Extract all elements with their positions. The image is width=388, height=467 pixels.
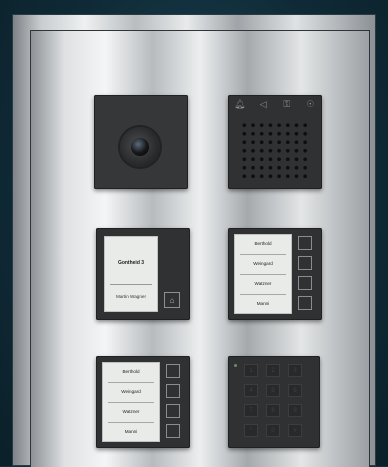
call-button-4[interactable] — [298, 296, 312, 310]
name-entry: Weingard — [253, 261, 273, 266]
camera-module — [94, 95, 188, 189]
status-led — [234, 364, 237, 367]
key-star[interactable]: * — [244, 424, 258, 437]
keypad-module: 1 2 3 4 5 6 7 8 9 * 0 # — [228, 356, 320, 448]
call-button-4[interactable] — [166, 424, 180, 438]
lens-glass — [131, 138, 149, 156]
key-9[interactable]: 9 — [288, 404, 302, 417]
name-entry: Watzner — [122, 409, 140, 414]
nameplate-display: Gontheid 3 Martin Wagner — [104, 236, 158, 312]
call-button-2[interactable] — [298, 256, 312, 270]
nameplate-divider — [110, 284, 152, 285]
names-module-top: Berthold Weingard Watzner Manni — [228, 228, 322, 320]
key-2[interactable]: 2 — [266, 364, 280, 377]
speaker-grille — [240, 121, 310, 181]
key-4[interactable]: 4 — [244, 384, 258, 397]
nameplate-name: Martin Wagner — [116, 294, 146, 299]
key-icon: ⚿ — [283, 98, 291, 109]
bell-icon: ⌂ — [169, 295, 175, 305]
key-6[interactable]: 6 — [288, 384, 302, 397]
call-button-1[interactable] — [298, 236, 312, 250]
name-entry: Berthold — [254, 241, 272, 246]
key-5[interactable]: 5 — [266, 384, 280, 397]
name-entry: Manni — [256, 301, 270, 306]
call-button-1[interactable] — [166, 364, 180, 378]
key-1[interactable]: 1 — [244, 364, 258, 377]
names-display: Berthold Weingard Watzner Manni — [234, 234, 292, 314]
call-button-2[interactable] — [166, 384, 180, 398]
name-entry: Weingard — [121, 389, 141, 394]
name-entry: Watzner — [254, 281, 272, 286]
names-module-bottom: Berthold Weingard Watzner Manni — [96, 356, 190, 448]
bell-button[interactable]: ⌂ — [164, 292, 180, 308]
speaker-module: 🔔︎ ◁ ⚿ ☉ — [228, 95, 322, 189]
key-hash[interactable]: # — [288, 424, 302, 437]
status-icon-bar: 🔔︎ ◁ ⚿ ☉ — [228, 95, 322, 113]
key-0[interactable]: 0 — [266, 424, 280, 437]
names-display: Berthold Weingard Watzner Manni — [102, 362, 160, 442]
camera-lens-icon — [120, 127, 160, 167]
name-entry: Manni — [124, 429, 138, 434]
name-entry: Berthold — [122, 369, 140, 374]
nameplate-heading: Gontheid 3 — [117, 260, 145, 266]
nameplate-bell-module: Gontheid 3 Martin Wagner ⌂ — [96, 228, 190, 320]
bell-icon: 🔔︎ — [234, 98, 246, 109]
key-3[interactable]: 3 — [288, 364, 302, 377]
key-7[interactable]: 7 — [244, 404, 258, 417]
call-button-3[interactable] — [298, 276, 312, 290]
accessibility-icon: ☉ — [306, 98, 315, 109]
call-button-3[interactable] — [166, 404, 180, 418]
speaker-icon: ◁ — [259, 98, 267, 109]
key-8[interactable]: 8 — [266, 404, 280, 417]
